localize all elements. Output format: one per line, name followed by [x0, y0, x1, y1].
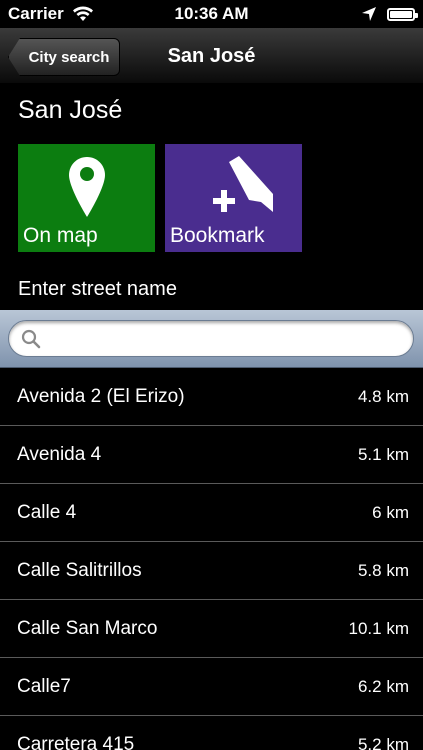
status-left: Carrier: [8, 4, 94, 24]
street-row[interactable]: Calle7 6.2 km: [0, 658, 423, 716]
city-name: San José: [18, 96, 123, 124]
battery-fill: [390, 10, 412, 18]
bookmark-tile[interactable]: Bookmark: [165, 144, 302, 252]
status-bar: Carrier 10:36 AM: [0, 0, 423, 28]
on-map-label: On map: [23, 224, 98, 247]
street-row[interactable]: Carretera 415 5.2 km: [0, 716, 423, 750]
action-tiles: On map Bookmark: [18, 144, 302, 252]
street-name: Calle San Marco: [17, 617, 158, 639]
street-distance: 10.1 km: [348, 618, 409, 638]
bookmark-add-icon: [213, 156, 273, 212]
wifi-icon: [72, 6, 93, 21]
street-row[interactable]: Calle Salitrillos 5.8 km: [0, 542, 423, 600]
street-distance: 5.1 km: [357, 444, 409, 464]
street-distance: 6.2 km: [357, 676, 409, 696]
street-row[interactable]: Calle San Marco 10.1 km: [0, 600, 423, 658]
bookmark-label: Bookmark: [170, 224, 265, 247]
navigation-bar: City search San José: [0, 28, 423, 84]
street-name: Carretera 415: [17, 733, 135, 750]
nav-title: San José: [167, 45, 256, 67]
street-name: Calle 4: [17, 501, 77, 523]
street-distance: 5.2 km: [357, 734, 409, 750]
status-right: [361, 6, 418, 22]
battery-icon: [387, 7, 418, 21]
street-list: Avenida 2 (El Erizo) 4.8 km Avenida 4 5.…: [0, 368, 423, 750]
on-map-tile[interactable]: On map: [18, 144, 155, 252]
street-row[interactable]: Avenida 4 5.1 km: [0, 426, 423, 484]
search-bar: [0, 310, 423, 368]
street-name-prompt: Enter street name: [18, 278, 177, 300]
street-name: Calle7: [17, 675, 71, 697]
search-icon: [21, 329, 41, 349]
street-name: Avenida 2 (El Erizo): [17, 385, 185, 407]
location-arrow-icon: [362, 7, 376, 21]
map-pin-icon: [69, 157, 105, 217]
street-distance: 5.8 km: [357, 560, 409, 580]
street-name: Calle Salitrillos: [17, 559, 142, 581]
search-input-container[interactable]: [8, 320, 414, 357]
street-row[interactable]: Avenida 2 (El Erizo) 4.8 km: [0, 368, 423, 426]
street-name: Avenida 4: [17, 443, 102, 465]
street-distance: 6 km: [372, 502, 409, 522]
street-distance: 4.8 km: [357, 386, 409, 406]
carrier-label: Carrier: [8, 4, 64, 23]
street-search-input[interactable]: [47, 325, 397, 353]
street-row[interactable]: Calle 4 6 km: [0, 484, 423, 542]
